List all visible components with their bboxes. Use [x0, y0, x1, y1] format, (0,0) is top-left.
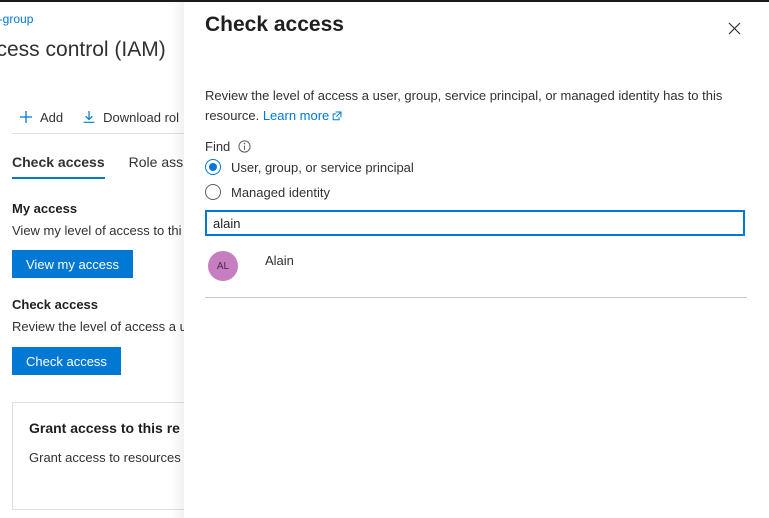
radio-user-label: User, group, or service principal — [231, 159, 414, 175]
radio-dot — [209, 163, 217, 171]
learn-more-link[interactable]: Learn more — [263, 108, 329, 123]
external-link-icon — [332, 107, 342, 127]
radio-unselected-icon — [205, 184, 221, 200]
plus-icon — [18, 110, 33, 125]
grant-access-card-heading: Grant access to this re — [29, 420, 180, 436]
radio-user-group-service-principal[interactable]: User, group, or service principal — [205, 159, 414, 175]
panel-description: Review the level of access a user, group… — [205, 86, 750, 127]
avatar: AL — [208, 251, 238, 281]
screen: e-group ccess control (IAM) Add Download… — [0, 0, 769, 518]
info-icon[interactable] — [238, 140, 251, 153]
radio-selected-icon — [205, 159, 221, 175]
access-control-blade: e-group ccess control (IAM) Add Download… — [0, 2, 196, 518]
my-access-description: View my level of access to thi — [12, 223, 182, 238]
download-icon — [81, 110, 96, 125]
toolbar-divider — [12, 133, 196, 134]
radio-managed-identity-label: Managed identity — [231, 184, 331, 200]
find-field-label-row: Find — [205, 139, 251, 154]
breadcrumb[interactable]: e-group — [0, 12, 33, 26]
results-divider — [205, 297, 747, 298]
grant-access-card-description: Grant access to resources b — [29, 450, 192, 465]
close-icon[interactable] — [718, 12, 750, 44]
add-button-label: Add — [40, 109, 64, 125]
page-title: ccess control (IAM) — [0, 38, 166, 61]
check-access-panel: Check access Review the level of access … — [184, 2, 769, 518]
grant-access-card: Grant access to this re Grant access to … — [12, 402, 196, 510]
check-access-heading: Check access — [12, 297, 99, 312]
find-label: Find — [205, 139, 231, 154]
download-role-assignments-button[interactable]: Download rol — [81, 110, 179, 125]
my-access-heading: My access — [12, 201, 78, 216]
add-button[interactable]: Add — [18, 110, 63, 125]
panel-title: Check access — [205, 13, 344, 36]
list-item[interactable]: AL Alain — [205, 244, 745, 288]
download-button-label: Download rol — [103, 109, 180, 125]
check-access-button[interactable]: Check access — [12, 347, 121, 375]
search-input[interactable] — [205, 210, 745, 236]
tab-check-access[interactable]: Check access — [12, 154, 105, 179]
result-name: Alain — [265, 252, 294, 268]
blade-tabs: Check access Role assign — [12, 154, 196, 179]
radio-managed-identity[interactable]: Managed identity — [205, 184, 330, 200]
view-my-access-button[interactable]: View my access — [12, 250, 133, 278]
command-toolbar: Add Download rol — [0, 100, 196, 134]
check-access-description: Review the level of access a u — [12, 319, 187, 334]
